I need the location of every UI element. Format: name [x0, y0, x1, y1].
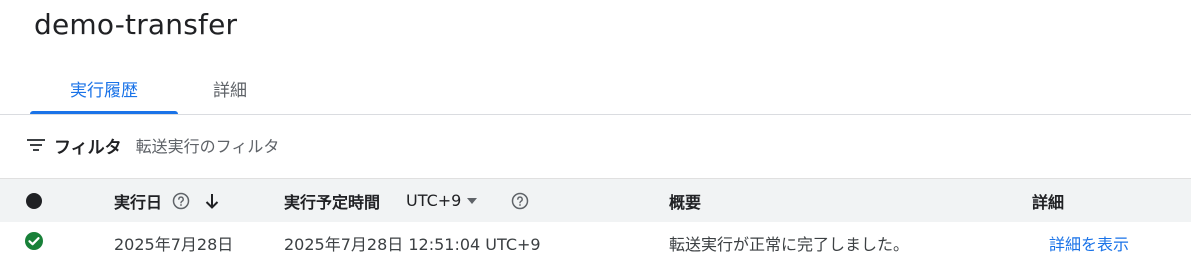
- filter-input[interactable]: 転送実行のフィルタ: [136, 133, 280, 157]
- view-details-link[interactable]: 詳細を表示: [1049, 222, 1129, 264]
- run-date-column-header[interactable]: 実行日: [114, 179, 220, 222]
- timezone-select-value[interactable]: UTC+9: [406, 191, 461, 210]
- filter-bar[interactable]: フィルタ 転送実行のフィルタ: [26, 128, 279, 162]
- arrow-down-icon[interactable]: [204, 192, 220, 210]
- table-row: 2025年7月28日 2025年7月28日 12:51:04 UTC+9 転送実…: [0, 222, 1191, 264]
- run-date-cell: 2025年7月28日: [114, 235, 234, 254]
- summary-column-header: 概要: [669, 192, 702, 212]
- scheduled-time-cell: 2025年7月28日 12:51:04 UTC+9: [284, 235, 541, 254]
- help-circle-icon[interactable]: [511, 192, 529, 210]
- table-header: 実行日 実行予定時間 UTC+9 概要 詳細: [0, 178, 1191, 222]
- timezone-select[interactable]: UTC+9: [406, 191, 478, 210]
- status-dot-icon: [26, 192, 42, 209]
- status-cell: [24, 222, 44, 264]
- details-column-header: 詳細: [1032, 192, 1065, 212]
- check-circle-icon: [24, 231, 44, 255]
- tab-run-history[interactable]: 実行履歴: [30, 62, 178, 114]
- tab-bar: 実行履歴 詳細: [30, 62, 282, 114]
- run-date-header-label[interactable]: 実行日: [114, 189, 162, 213]
- help-circle-icon[interactable]: [172, 192, 190, 210]
- caret-down-icon[interactable]: [467, 197, 478, 204]
- filter-list-icon[interactable]: [26, 135, 46, 155]
- scheduled-time-header-label: 実行予定時間: [284, 192, 381, 212]
- scheduled-time-column-header: 実行予定時間 UTC+9: [284, 179, 529, 222]
- status-column-header: [26, 179, 42, 222]
- tab-details[interactable]: 詳細: [178, 62, 282, 114]
- page-title: demo-transfer: [34, 8, 238, 41]
- tabs-divider: [0, 114, 1191, 115]
- filter-label[interactable]: フィルタ: [54, 133, 122, 158]
- summary-cell: 転送実行が正常に完了しました。: [669, 235, 910, 254]
